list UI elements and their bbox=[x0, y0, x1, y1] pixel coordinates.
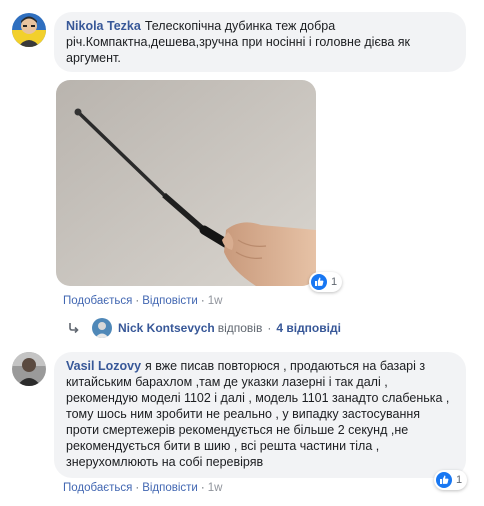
replies-count[interactable]: 4 відповіді bbox=[276, 321, 341, 335]
separator-dot: · bbox=[200, 295, 205, 307]
timestamp[interactable]: 1w bbox=[208, 295, 223, 307]
comment-author[interactable]: Vasil Lozovy bbox=[66, 359, 141, 373]
like-link[interactable]: Подобається bbox=[63, 482, 132, 494]
avatar-image bbox=[12, 352, 46, 386]
like-icon bbox=[436, 472, 452, 488]
separator-dot: · bbox=[200, 482, 205, 494]
avatar-nikola[interactable] bbox=[12, 13, 46, 47]
comment-author[interactable]: Nikola Tezka bbox=[66, 19, 141, 33]
reply-link[interactable]: Відповісти bbox=[142, 295, 198, 307]
reply-arrow-icon bbox=[69, 323, 79, 334]
separator-dot: · bbox=[267, 321, 272, 335]
comment-text: я вже писав повторюся , продаються на ба… bbox=[66, 359, 450, 469]
reply-link[interactable]: Відповісти bbox=[142, 482, 198, 494]
timestamp[interactable]: 1w bbox=[208, 482, 223, 494]
reaction-count-text: 1 bbox=[456, 474, 463, 486]
comment-bubble-1: Nikola Tezka Телескопічна дубинка теж доб… bbox=[54, 12, 466, 72]
like-link[interactable]: Подобається bbox=[63, 295, 132, 307]
replied-label: відповів bbox=[217, 321, 263, 335]
reaction-count-2[interactable]: 1 bbox=[434, 470, 468, 490]
reaction-count-text: 1 bbox=[331, 276, 338, 288]
photo-telescopic-baton bbox=[56, 80, 316, 286]
like-icon bbox=[311, 274, 327, 290]
comment-bubble-2: Vasil Lozovy я вже писав повторюся , прод… bbox=[54, 352, 466, 478]
replier-name[interactable]: Nick Kontsevych bbox=[118, 321, 215, 335]
view-replies[interactable]: Nick Kontsevych відповів · 4 відповіді bbox=[68, 318, 341, 338]
avatar-image bbox=[12, 13, 46, 47]
reaction-count-1[interactable]: 1 bbox=[309, 272, 343, 292]
comment-photo[interactable] bbox=[56, 80, 316, 286]
avatar-vasil[interactable] bbox=[12, 352, 46, 386]
comment-actions-2: Подобається · Відповісти · 1w bbox=[63, 482, 222, 494]
separator-dot: · bbox=[135, 295, 140, 307]
comment-actions-1: Подобається · Відповісти · 1w bbox=[63, 295, 222, 307]
replier-avatar bbox=[92, 318, 112, 338]
separator-dot: · bbox=[135, 482, 140, 494]
